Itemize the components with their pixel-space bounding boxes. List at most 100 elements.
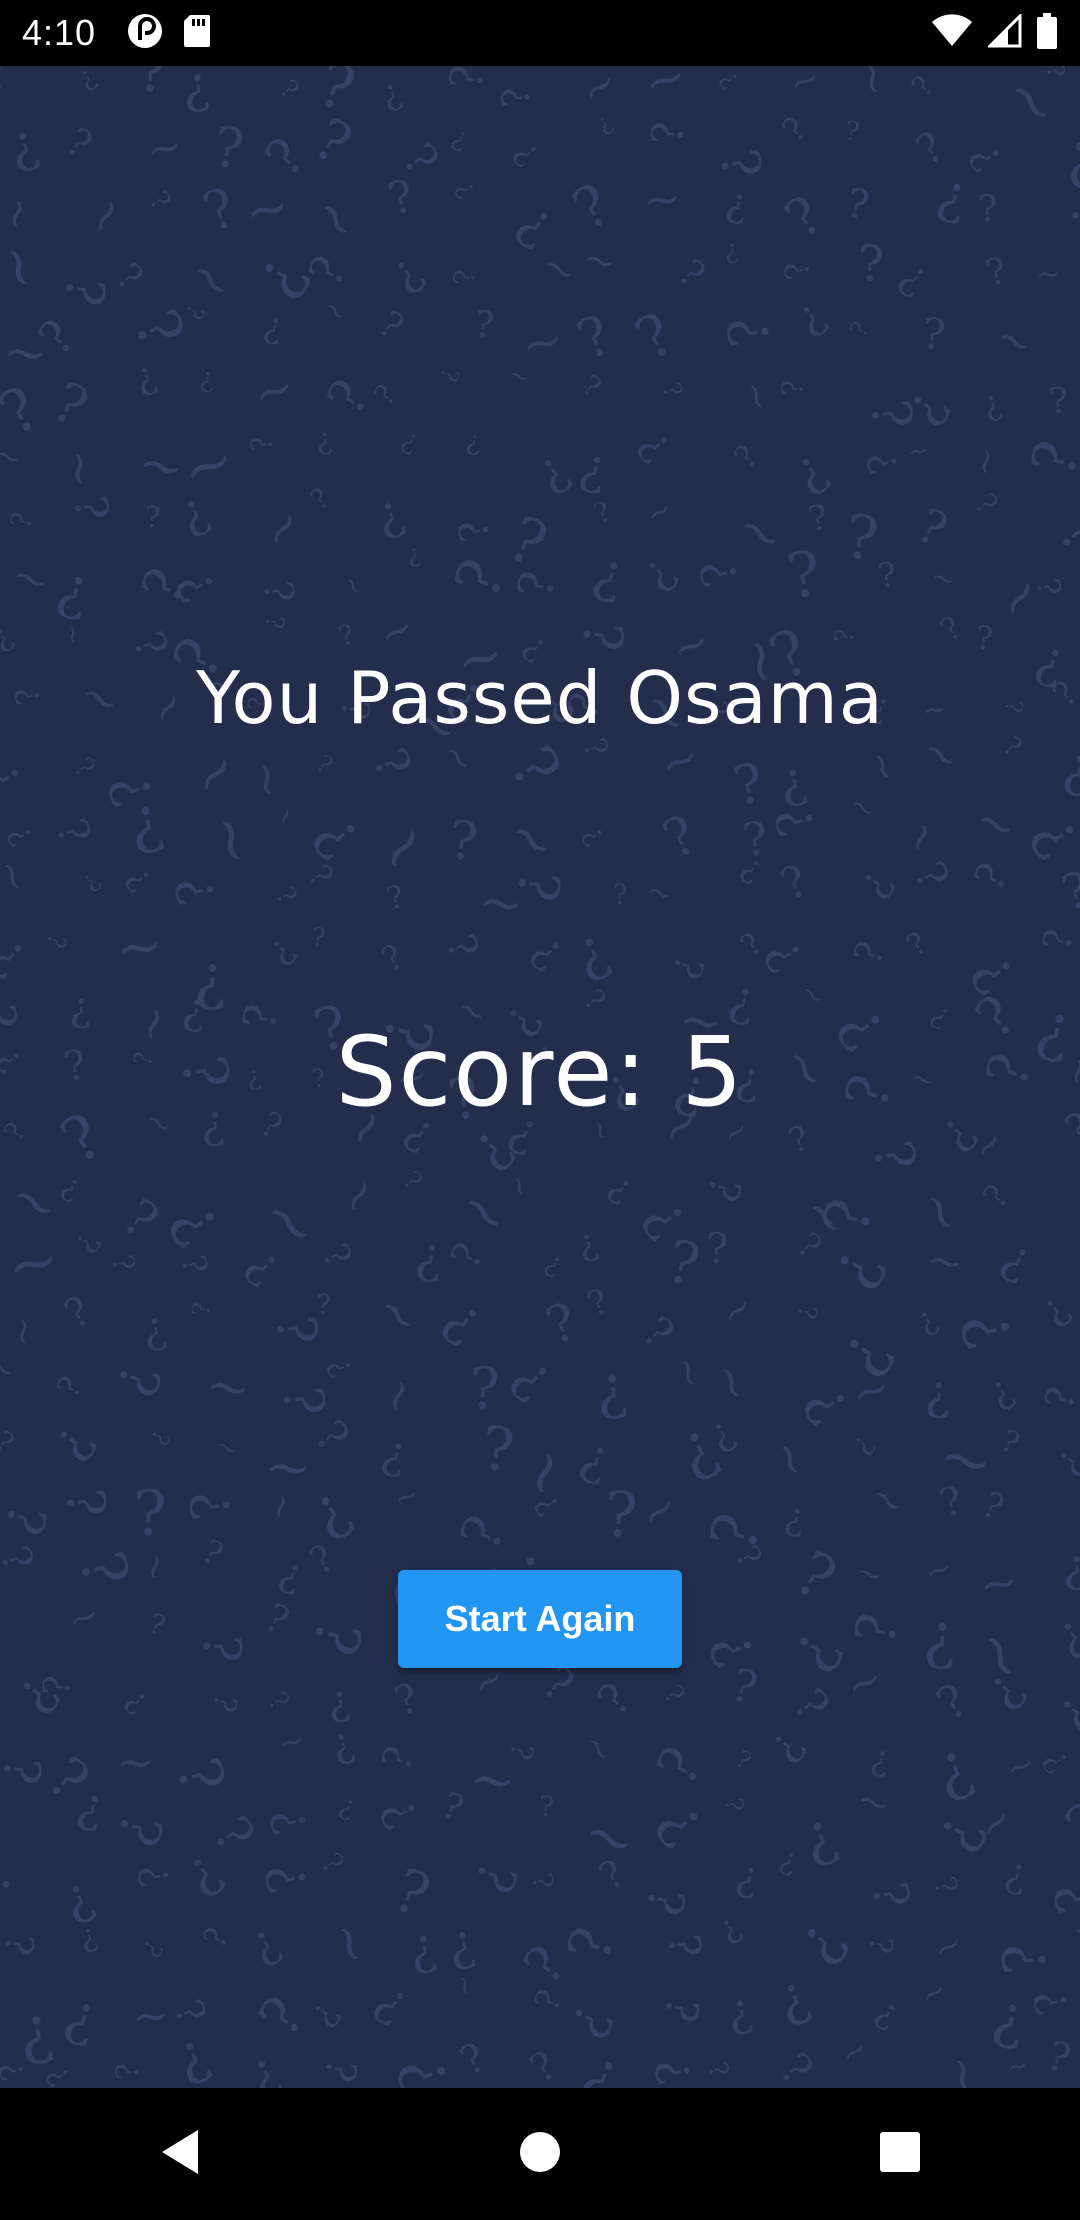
pattern-glyph: ? (56, 1871, 105, 1935)
pattern-glyph: ¿ (197, 1810, 262, 1867)
pattern-glyph: ? (1000, 1853, 1030, 1903)
pattern-glyph: ? (653, 804, 707, 872)
pattern-glyph: ? (734, 850, 768, 892)
pattern-glyph: ? (439, 66, 496, 93)
pattern-glyph: ~ (132, 431, 192, 502)
pattern-glyph: ? (653, 1992, 709, 2027)
pattern-glyph: ? (382, 249, 436, 305)
pattern-glyph: ? (326, 1681, 355, 1732)
pattern-glyph: ? (497, 501, 558, 582)
pattern-glyph: ? (627, 421, 681, 472)
pattern-glyph: ¿ (590, 1352, 630, 1424)
pattern-glyph: ~ (850, 1777, 896, 1831)
pattern-glyph: ~ (894, 814, 950, 862)
home-button[interactable] (470, 2104, 610, 2204)
pattern-glyph: ¿ (308, 2053, 361, 2086)
pattern-glyph: ~ (432, 734, 483, 783)
pattern-glyph: ? (820, 1238, 901, 1300)
pattern-glyph: ¿ (0, 66, 19, 110)
pattern-glyph: ? (260, 615, 290, 630)
pattern-glyph: ¿ (113, 303, 192, 364)
pattern-glyph: ~ (532, 239, 587, 299)
pattern-glyph: ? (840, 500, 883, 576)
pattern-glyph: ? (764, 800, 827, 844)
pattern-glyph: ¿ (694, 551, 755, 591)
pattern-glyph: ¿ (498, 83, 545, 108)
pattern-glyph: ~ (1, 1314, 45, 1348)
pattern-glyph: ? (297, 1613, 375, 1663)
pattern-glyph: ? (139, 1306, 172, 1360)
pattern-glyph: ¿ (583, 1284, 618, 1329)
pattern-glyph: ? (725, 1657, 764, 1716)
pattern-glyph: ~ (913, 1972, 954, 2016)
pattern-glyph: ¿ (101, 1253, 139, 1278)
pattern-glyph: ¿ (722, 178, 752, 228)
pattern-glyph: ~ (112, 912, 166, 982)
pattern-glyph: ? (103, 1357, 173, 1403)
pattern-glyph: ~ (569, 1797, 648, 1884)
pattern-glyph: ~ (250, 498, 318, 562)
pattern-glyph: ? (130, 356, 164, 404)
pattern-glyph: ? (933, 609, 968, 649)
pattern-glyph: ? (302, 1535, 342, 1583)
pattern-glyph: ? (0, 1426, 20, 1460)
pattern-glyph: ? (44, 812, 100, 853)
pattern-glyph: ~ (929, 1420, 1001, 1506)
pattern-glyph: ? (790, 1376, 861, 1437)
pattern-glyph: ~ (1000, 1745, 1041, 1792)
pattern-glyph: ? (528, 1487, 567, 1523)
pattern-glyph: ? (768, 2043, 823, 2088)
pattern-glyph: ? (1024, 1984, 1079, 2021)
sd-card-icon (182, 13, 212, 53)
pattern-glyph: ? (642, 120, 694, 146)
pattern-glyph: ¿ (976, 381, 1007, 425)
pattern-glyph: ¿ (700, 146, 767, 187)
pattern-glyph: ~ (361, 807, 448, 891)
pattern-glyph: ~ (790, 1183, 861, 1252)
pattern-glyph: ¿ (847, 317, 878, 342)
pattern-glyph: ¿ (397, 421, 425, 458)
pattern-glyph: ~ (240, 177, 296, 245)
pattern-glyph: ¿ (323, 1720, 359, 1770)
pattern-glyph: ~ (1049, 1903, 1080, 1982)
pattern-glyph: ¿ (144, 1610, 169, 1647)
pattern-glyph: ~ (988, 311, 1043, 371)
pattern-glyph: ? (1063, 1545, 1080, 1599)
pattern-glyph: ? (858, 445, 908, 479)
pattern-glyph: ? (366, 378, 403, 413)
pattern-glyph: ~ (369, 601, 423, 661)
pattern-glyph: ? (0, 2057, 33, 2086)
pattern-glyph: ? (1055, 860, 1080, 923)
pattern-glyph: ¿ (566, 177, 627, 250)
pattern-glyph: ¿ (448, 551, 529, 612)
pattern-glyph: ¿ (1021, 800, 1080, 867)
pattern-glyph: ¿ (781, 438, 836, 502)
pattern-glyph: ¿ (307, 66, 362, 135)
pattern-glyph: ~ (501, 1171, 538, 1203)
pattern-glyph: ? (792, 1304, 823, 1321)
battery-icon (1036, 13, 1058, 53)
pattern-glyph: ? (67, 751, 102, 785)
pattern-glyph: ? (273, 1552, 308, 1603)
pattern-glyph: ¿ (499, 1740, 537, 1764)
start-again-button[interactable]: Start Again (398, 1570, 682, 1668)
pattern-glyph: ~ (1058, 301, 1080, 365)
pattern-glyph: ? (868, 1993, 905, 2038)
pattern-glyph: ~ (187, 807, 270, 874)
pattern-glyph: ? (629, 1189, 699, 1253)
back-button[interactable] (110, 2104, 250, 2204)
pattern-glyph: ¿ (562, 1921, 637, 1969)
pattern-glyph: ? (369, 1788, 431, 1838)
recents-button[interactable] (830, 2104, 970, 2204)
pattern-glyph: ? (35, 1744, 101, 1814)
pattern-glyph: ¿ (653, 1932, 706, 1961)
pattern-glyph: ? (576, 368, 607, 405)
pattern-glyph: ? (57, 1987, 105, 2058)
status-bar: 4:10 (0, 0, 1080, 66)
pattern-glyph: ? (76, 867, 108, 897)
status-right-icons (930, 12, 1058, 53)
pattern-glyph: ? (478, 1413, 517, 1487)
pattern-glyph: ¿ (0, 1497, 52, 1540)
pattern-glyph: ~ (640, 491, 680, 535)
pattern-glyph: ~ (663, 1351, 715, 1394)
